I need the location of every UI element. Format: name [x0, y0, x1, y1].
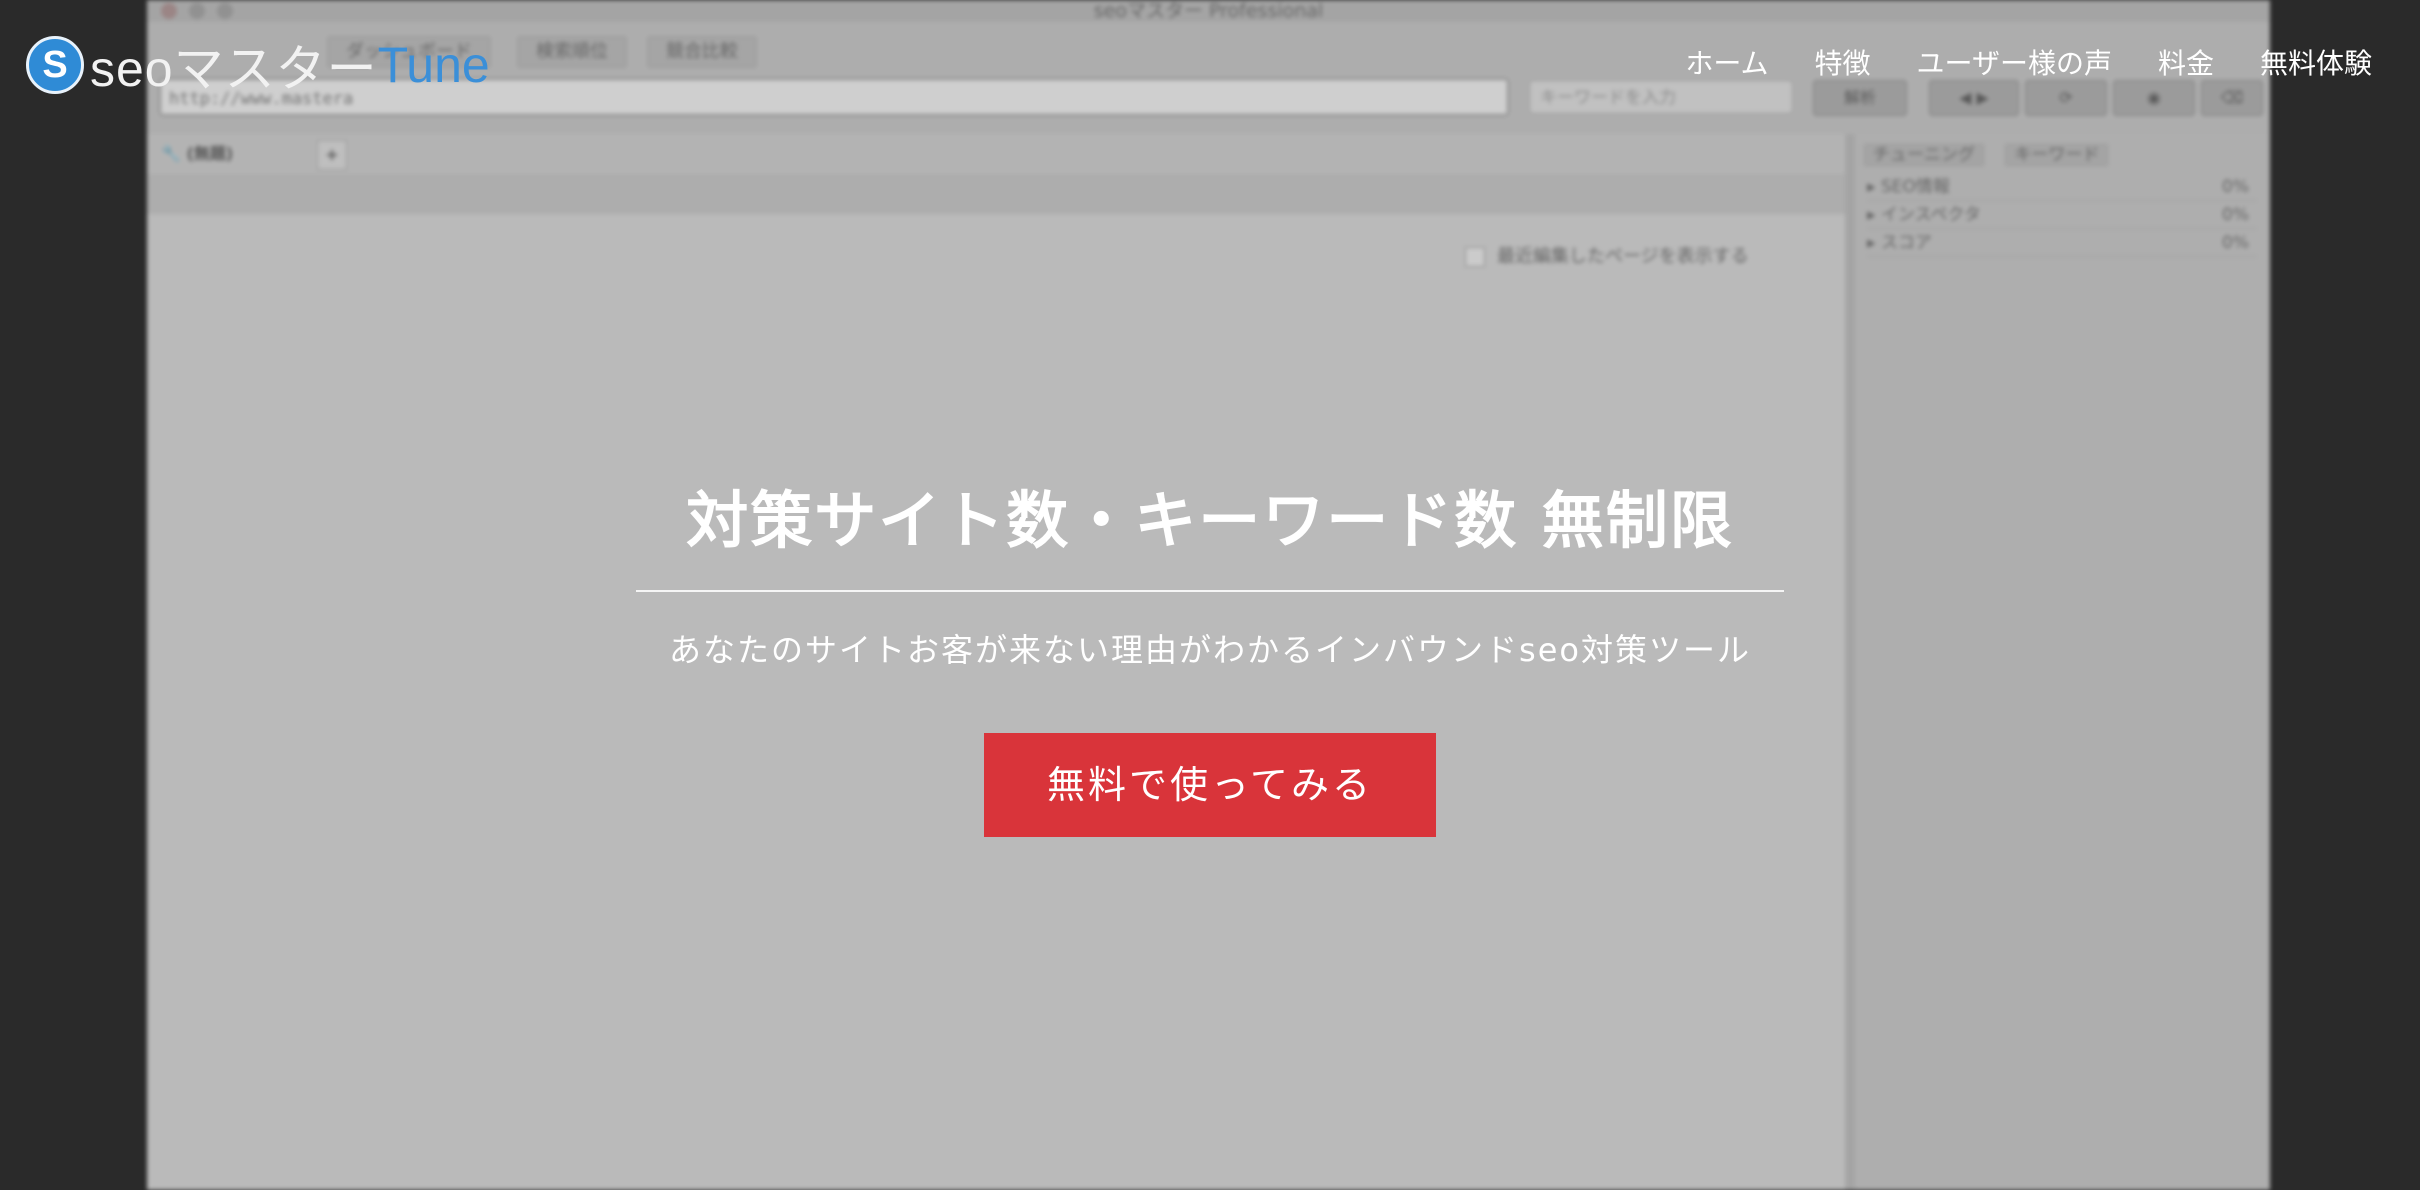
nav-features[interactable]: 特徴 [1815, 44, 1871, 84]
hero-subtitle: あなたのサイトお客が来ない理由がわかるインバウンドseo対策ツール [669, 631, 1751, 669]
nav-testimonials[interactable]: ユーザー様の声 [1917, 44, 2112, 84]
hero-title: 対策サイト数・キーワード数 無制限 [686, 484, 1734, 557]
logo-accent-text: Tune [377, 37, 490, 93]
hero-divider [636, 590, 1784, 592]
main-nav: ホーム 特徴 ユーザー様の声 料金 無料体験 [1639, 44, 2372, 84]
logo-text: seoマスター [90, 41, 378, 97]
logo-s-icon: S [26, 36, 84, 94]
nav-free-trial[interactable]: 無料体験 [2260, 44, 2372, 84]
free-trial-cta-button[interactable]: 無料で使ってみる [984, 733, 1436, 837]
nav-pricing[interactable]: 料金 [2158, 44, 2214, 84]
site-logo[interactable]: S seoマスター Tune [26, 34, 490, 97]
nav-home[interactable]: ホーム [1685, 44, 1768, 84]
dim-overlay [0, 0, 2420, 1190]
